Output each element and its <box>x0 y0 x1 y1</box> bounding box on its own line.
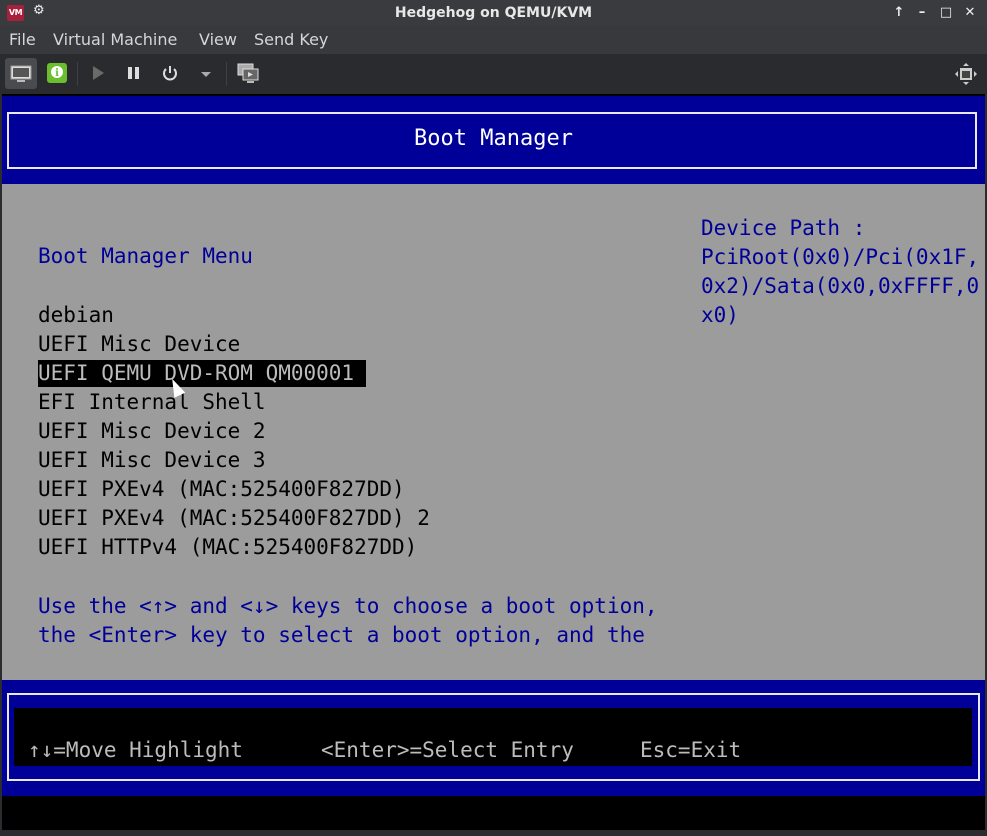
window-title: Hedgehog on QEMU/KVM <box>394 5 593 21</box>
console-view-button[interactable] <box>5 58 37 89</box>
footer-exit-hint: Esc=Exit <box>640 738 742 762</box>
boot-entry[interactable]: UEFI Misc Device 3 <box>38 447 278 474</box>
menu-file[interactable]: File <box>9 30 36 49</box>
menu-virtual-machine[interactable]: Virtual Machine <box>53 30 177 49</box>
boot-entry[interactable]: UEFI HTTPv4 (MAC:525400F827DD) <box>38 534 429 561</box>
screenshot-icon <box>237 63 259 83</box>
vm-display[interactable]: Boot Manager Boot Manager Menu debian UE… <box>2 94 985 830</box>
boot-entry[interactable]: EFI Internal Shell <box>38 389 278 416</box>
pause-icon <box>128 67 139 79</box>
keep-above-icon[interactable]: ↑ <box>890 3 908 23</box>
menu-send-key[interactable]: Send Key <box>254 30 328 49</box>
shutdown-menu-button[interactable] <box>199 66 213 85</box>
fullscreen-icon <box>955 63 977 85</box>
boot-entry[interactable]: UEFI PXEv4 (MAC:525400F827DD) 2 <box>38 505 442 532</box>
fullscreen-button[interactable] <box>954 62 978 90</box>
menu-view[interactable]: View <box>199 30 237 49</box>
close-icon[interactable]: ✕ <box>961 3 979 23</box>
bios-body: Boot Manager Menu debian UEFI Misc Devic… <box>2 184 985 680</box>
boot-entry[interactable]: debian <box>38 302 126 329</box>
bios-header-title: Boot Manager <box>414 126 573 151</box>
screenshot-button[interactable] <box>236 62 260 90</box>
details-view-button[interactable]: i <box>46 62 68 88</box>
boot-entry[interactable]: UEFI PXEv4 (MAC:525400F827DD) <box>38 476 417 503</box>
power-icon <box>163 66 177 81</box>
title-bar: VM ⚙ Hedgehog on QEMU/KVM ↑ – □ ✕ <box>0 0 987 26</box>
boot-menu-title: Boot Manager Menu <box>38 244 253 268</box>
menu-bar: File Virtual Machine View Send Key <box>0 26 987 54</box>
boot-entry[interactable]: UEFI Misc Device 2 <box>38 418 278 445</box>
run-button[interactable] <box>90 64 106 86</box>
toolbar: i <box>0 54 987 94</box>
shutdown-button[interactable] <box>161 64 179 86</box>
footer-select-hint: <Enter>=Select Entry <box>321 738 574 762</box>
play-icon <box>93 66 104 80</box>
monitor-icon <box>10 65 32 82</box>
svg-text:i: i <box>55 68 59 79</box>
bios-footer: ↑↓=Move Highlight <Enter>=Select Entry E… <box>2 680 985 796</box>
boot-entry[interactable]: UEFI Misc Device <box>38 331 252 358</box>
footer-move-hint: ↑↓=Move Highlight <box>28 738 243 762</box>
minimize-icon[interactable]: – <box>913 3 931 23</box>
pause-button[interactable] <box>126 64 142 86</box>
help-text: Use the <↑> and <↓> keys to choose a boo… <box>38 594 658 647</box>
boot-entry-selected[interactable]: UEFI QEMU DVD-ROM QM00001 <box>38 360 367 387</box>
chevron-down-icon <box>201 72 211 77</box>
maximize-icon[interactable]: □ <box>937 3 955 23</box>
info-icon: i <box>47 63 67 83</box>
device-path: Device Path : PciRoot(0x0)/Pci(0x1F, 0x2… <box>701 216 980 327</box>
bios-header: Boot Manager <box>2 96 985 184</box>
